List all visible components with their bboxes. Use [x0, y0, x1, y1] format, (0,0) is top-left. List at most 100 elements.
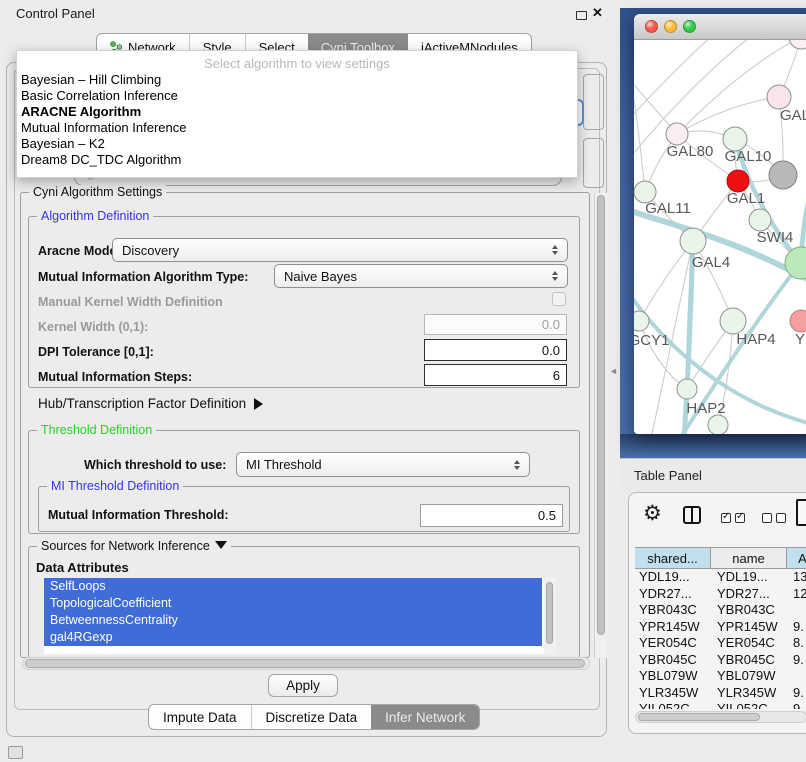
kernel-width-label: Kernel Width (0,1):: [38, 320, 148, 334]
table-row[interactable]: YIL052CYIL052C9: [629, 701, 806, 709]
node-label: GAL11: [645, 200, 691, 217]
node-label: GAL: [780, 107, 806, 124]
table-horizontal-scrollbar[interactable]: [635, 711, 806, 723]
node-label: GAL4: [692, 254, 730, 271]
threshold-definition-title: Threshold Definition: [37, 423, 156, 437]
manual-kernel-label: Manual Kernel Width Definition: [38, 295, 223, 309]
data-attributes-label: Data Attributes: [36, 560, 129, 575]
tab-discretize-data[interactable]: Discretize Data: [251, 705, 372, 729]
export-table-icon[interactable]: [796, 499, 806, 526]
column-settings-icon[interactable]: [683, 506, 701, 524]
algorithm-option[interactable]: Mutual Information Inference: [17, 120, 577, 136]
algorithm-option[interactable]: Dream8 DC_TDC Algorithm: [17, 152, 577, 168]
network-node-swi4[interactable]: [749, 209, 771, 231]
minimize-traffic-light-icon[interactable]: [664, 20, 677, 33]
collapse-arrow-icon: [215, 541, 227, 549]
table-row[interactable]: YER054CYER054C8.: [629, 635, 806, 652]
algorithm-option[interactable]: Bayesian – K2: [17, 136, 577, 152]
table-row[interactable]: YDL19...YDL19...13: [629, 569, 806, 586]
combobox-stepper-icon: [552, 245, 558, 255]
close-traffic-light-icon[interactable]: [645, 20, 658, 33]
table-panel: ⚙ shared... name A YDL19...YDL19...13 YD…: [628, 492, 806, 734]
settings-hscrollbar-thumb[interactable]: [25, 659, 585, 668]
control-panel-title: Control Panel: [16, 6, 95, 21]
background-groupbox-fragment-2: [583, 138, 604, 188]
network-node[interactable]: [767, 85, 791, 109]
mi-threshold-label: Mutual Information Threshold:: [48, 508, 229, 522]
which-threshold-combobox[interactable]: MI Threshold: [236, 452, 530, 477]
node-label: GCY1: [634, 332, 669, 349]
expand-arrow-icon: [254, 398, 263, 410]
mi-steps-field[interactable]: 6: [424, 364, 567, 386]
network-node-gal1[interactable]: [727, 170, 749, 192]
column-header-name[interactable]: name: [711, 547, 787, 569]
close-icon[interactable]: ✕: [592, 5, 603, 21]
settings-scrollbar-thumb[interactable]: [597, 195, 605, 635]
network-window-titlebar[interactable]: [634, 14, 806, 40]
network-node[interactable]: [708, 415, 728, 434]
list-item[interactable]: BetweennessCentrality: [44, 612, 542, 629]
mi-threshold-field[interactable]: 0.5: [420, 504, 563, 527]
network-graph: GAL GAL80 GAL10 GAL1 GAL11 SWI4 GAL4 GCY…: [634, 40, 806, 434]
apply-button[interactable]: Apply: [268, 674, 338, 697]
hub-factor-section-header[interactable]: Hub/Transcription Factor Definition: [38, 396, 263, 411]
kernel-width-field[interactable]: 0.0: [424, 314, 567, 335]
node-label: HAP2: [686, 400, 725, 417]
table-row[interactable]: YPR145WYPR145W9.: [629, 619, 806, 636]
tab-impute-data[interactable]: Impute Data: [149, 705, 251, 729]
list-vertical-scrollbar[interactable]: [544, 578, 556, 654]
table-row[interactable]: YBR043CYBR043C: [629, 602, 806, 619]
network-node[interactable]: [785, 247, 806, 279]
settings-vertical-scrollbar[interactable]: [594, 193, 607, 658]
list-item[interactable]: TopologicalCoefficient: [44, 595, 542, 612]
zoom-traffic-light-icon[interactable]: [683, 20, 696, 33]
splitpane-toggle-icon[interactable]: ◄: [609, 366, 618, 376]
deselect-all-checkboxes-icon[interactable]: [762, 513, 786, 523]
network-view-window[interactable]: GAL GAL80 GAL10 GAL1 GAL11 SWI4 GAL4 GCY…: [634, 14, 806, 434]
algorithm-option-aracne[interactable]: ARACNE Algorithm: [17, 104, 577, 120]
table-row[interactable]: YBL079WYBL079W: [629, 668, 806, 685]
bottom-tabs: Impute Data Discretize Data Infer Networ…: [148, 704, 480, 730]
table-row[interactable]: YLR345WYLR345W9.: [629, 685, 806, 702]
network-node-labels: GAL GAL80 GAL10 GAL1 GAL11 SWI4 GAL4 GCY…: [634, 107, 806, 417]
minimized-panel-icon[interactable]: [8, 746, 23, 759]
column-header-extra[interactable]: A: [787, 547, 806, 569]
network-node[interactable]: [769, 161, 797, 189]
column-header-shared[interactable]: shared...: [635, 547, 711, 569]
algorithm-option[interactable]: Bayesian – Hill Climbing: [17, 72, 577, 88]
combobox-stepper-icon: [514, 460, 520, 470]
manual-kernel-checkbox[interactable]: [552, 292, 566, 306]
list-item[interactable]: SelfLoops: [44, 578, 542, 595]
select-all-checkboxes-icon[interactable]: [721, 513, 745, 523]
float-window-icon[interactable]: [576, 11, 587, 20]
algorithm-option[interactable]: Basic Correlation Inference: [17, 88, 577, 104]
network-canvas[interactable]: GAL GAL80 GAL10 GAL1 GAL11 SWI4 GAL4 GCY…: [634, 40, 806, 434]
network-node-gcy1[interactable]: [634, 311, 649, 331]
network-node-gal4[interactable]: [680, 228, 706, 254]
background-groupbox-fragment: [583, 74, 604, 130]
node-label: HAP4: [736, 331, 775, 348]
node-label: GAL80: [667, 143, 714, 160]
algorithm-definition-title: Algorithm Definition: [37, 209, 153, 223]
node-label: SWI4: [757, 229, 794, 246]
network-node-hap2[interactable]: [677, 379, 697, 399]
which-threshold-label: Which threshold to use:: [84, 458, 226, 472]
mi-threshold-title: MI Threshold Definition: [47, 479, 183, 493]
table-row[interactable]: YBR045CYBR045C9.: [629, 652, 806, 669]
table-row[interactable]: YDR27...YDR27...12: [629, 586, 806, 603]
tab-infer-network[interactable]: Infer Network: [371, 705, 479, 729]
list-item[interactable]: gal4RGexp: [44, 629, 542, 646]
data-attributes-list[interactable]: SelfLoops TopologicalCoefficient Between…: [44, 578, 556, 654]
aracne-mode-combobox[interactable]: Discovery: [112, 238, 568, 262]
list-scrollbar-thumb[interactable]: [546, 582, 553, 644]
table-hscrollbar-thumb[interactable]: [638, 713, 760, 721]
algorithm-dropdown-placeholder: Select algorithm to view settings: [17, 51, 577, 72]
mi-steps-label: Mutual Information Steps:: [38, 370, 192, 384]
network-node[interactable]: [790, 310, 806, 332]
dpi-tolerance-field[interactable]: 0.0: [424, 339, 567, 361]
gear-icon[interactable]: ⚙: [643, 503, 662, 524]
network-node-gal80[interactable]: [666, 123, 688, 145]
settings-horizontal-scrollbar[interactable]: [22, 657, 590, 670]
mi-type-combobox[interactable]: Naive Bayes: [274, 264, 568, 288]
network-node[interactable]: [789, 40, 806, 49]
